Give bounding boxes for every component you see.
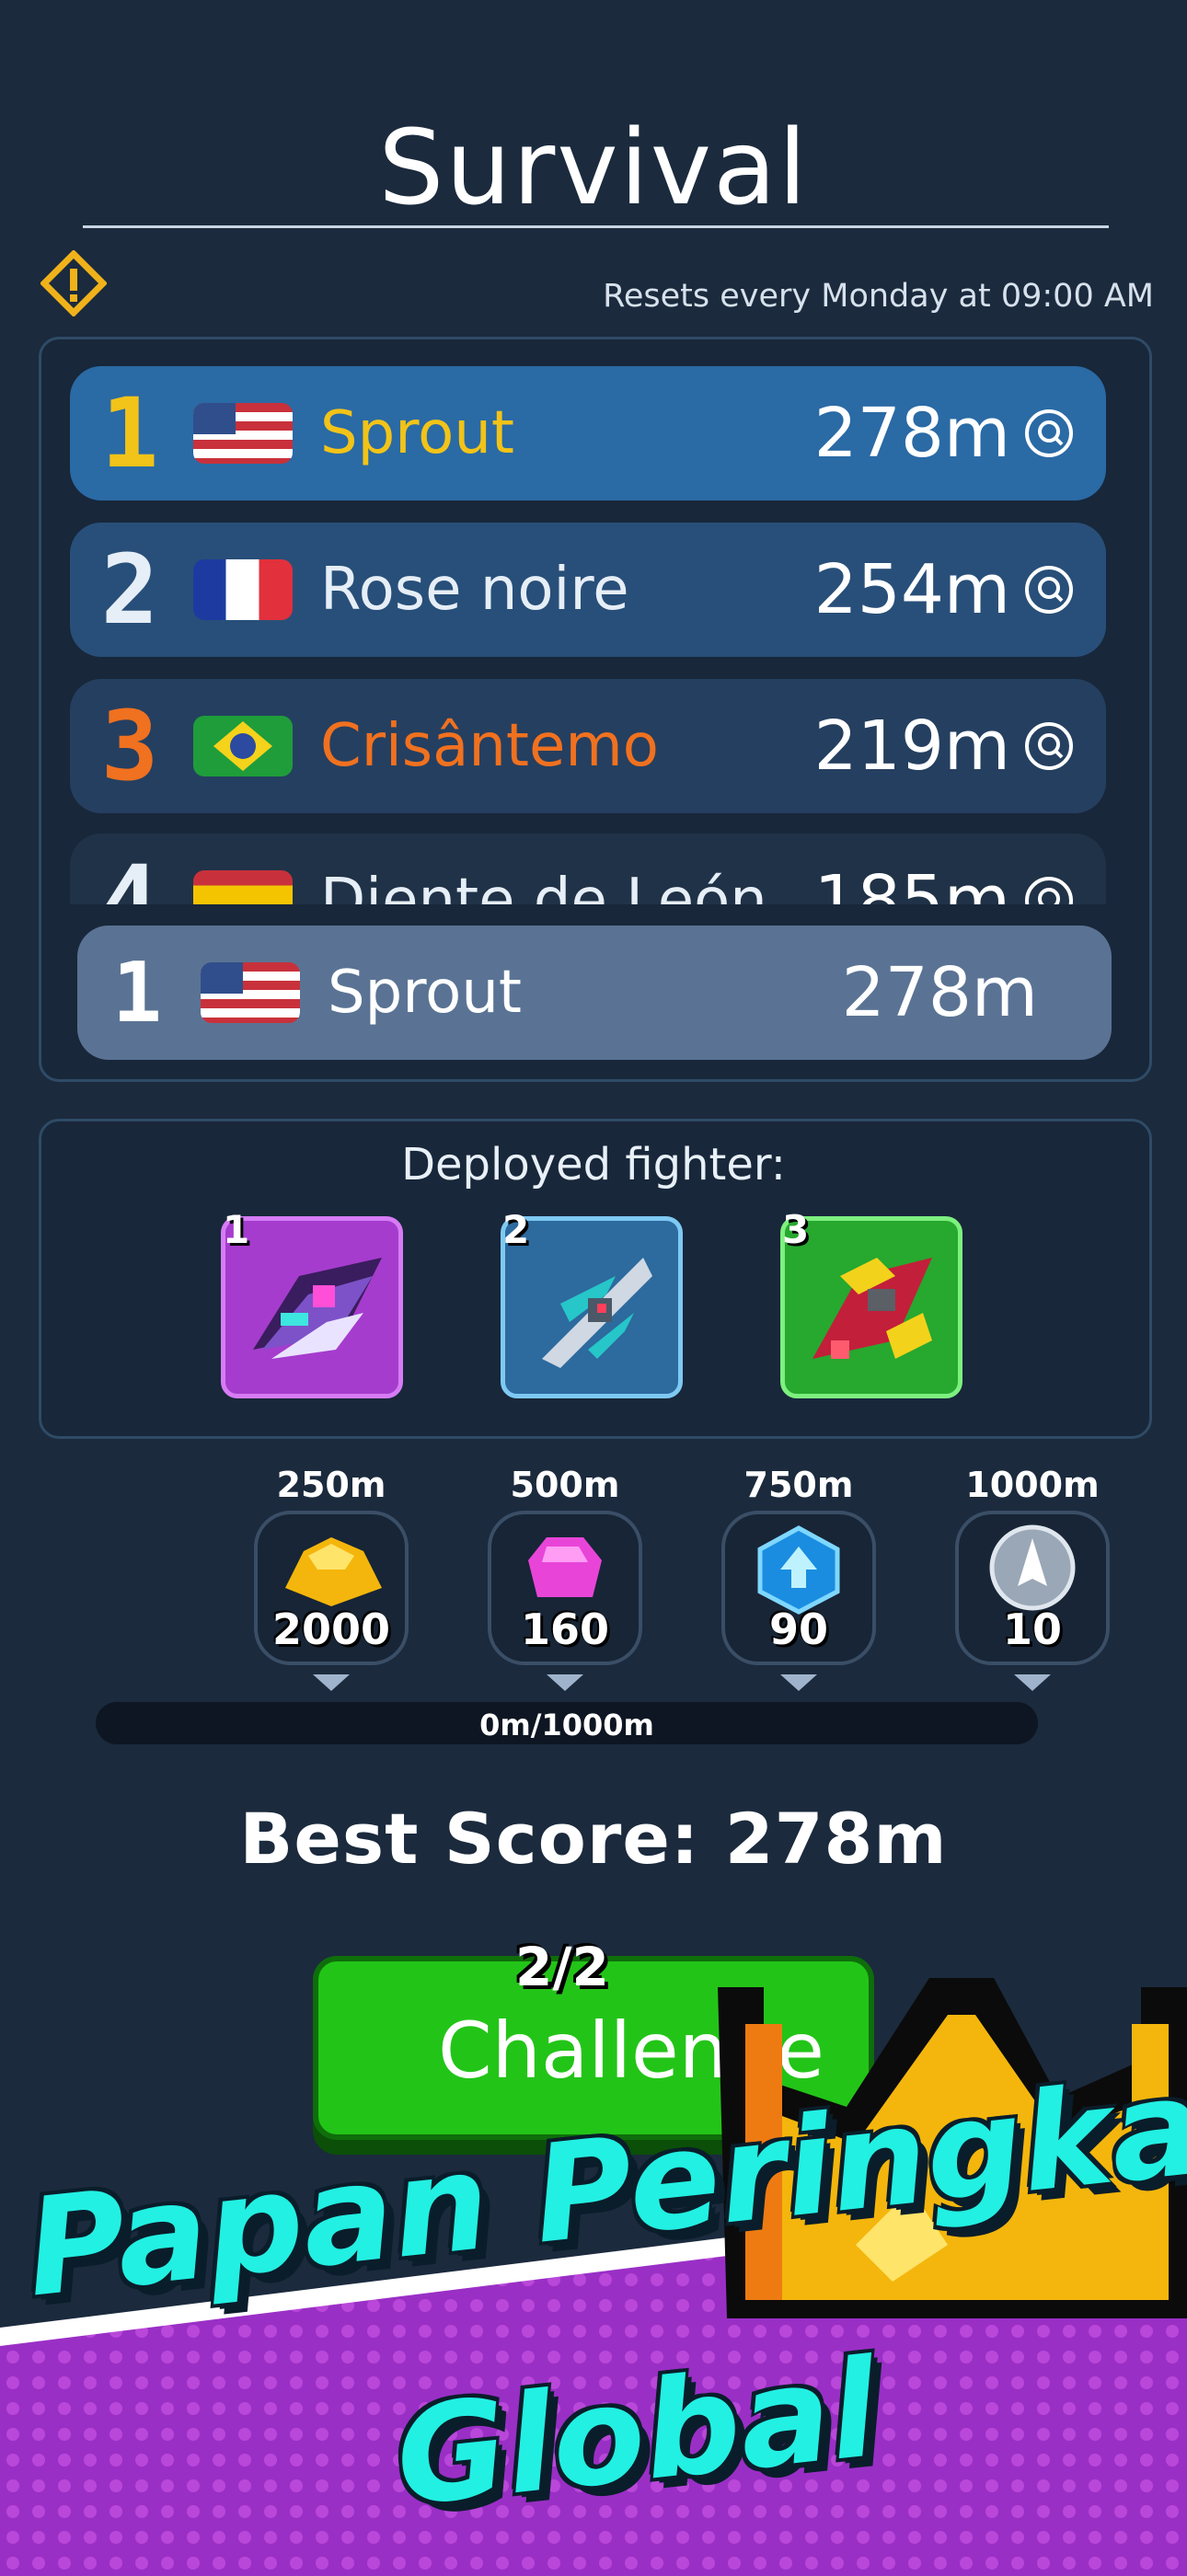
rank-number: 2 <box>100 534 159 646</box>
attempts-counter: 2/2 <box>515 1936 609 1998</box>
rank-number: 3 <box>100 690 159 802</box>
view-replay-icon[interactable] <box>1023 408 1075 459</box>
player-name: Rose noire <box>320 556 629 624</box>
reset-note: Resets every Monday at 09:00 AM <box>603 278 1154 315</box>
milestone-distance: 250m <box>276 1465 386 1505</box>
fighter-slot-number: 2 <box>502 1207 530 1252</box>
player-name: Sprout <box>320 399 514 467</box>
player-name: Crisântemo <box>320 712 659 780</box>
player-score: 278m <box>841 953 1038 1032</box>
player-rank-row: 1 Sprout 278m <box>77 926 1112 1060</box>
brazil-flag-icon <box>193 716 293 776</box>
milestone-reward-amount: 10 <box>1002 1604 1062 1654</box>
view-replay-icon[interactable] <box>1023 875 1075 904</box>
leaderboard-row[interactable]: 3 Crisântemo 219m <box>70 679 1106 813</box>
fighter-slot-number: 3 <box>782 1207 810 1252</box>
milestone-distance: 500m <box>510 1465 620 1505</box>
player-name: Sprout <box>328 959 522 1027</box>
milestone-marker <box>313 1674 350 1691</box>
distance-progress-text: 0m/1000m <box>479 1708 654 1742</box>
deployed-fighter-label: Deployed fighter: <box>401 1139 786 1190</box>
leaderboard-row[interactable]: 2 Rose noire 254m <box>70 523 1106 657</box>
teal-fighter-icon <box>542 1258 652 1368</box>
leaderboard-row[interactable]: 4 Diente de León 185m <box>70 834 1106 904</box>
france-flag-icon <box>193 559 293 620</box>
usa-flag-icon <box>193 403 293 464</box>
rank-number: 4 <box>100 845 159 904</box>
player-score: 254m <box>813 550 1010 629</box>
milestone-marker <box>547 1674 583 1691</box>
milestone-reward-amount: 160 <box>520 1604 610 1654</box>
milestone-marker <box>1014 1674 1051 1691</box>
player-name: Diente de León <box>320 867 767 904</box>
player-score: 278m <box>813 394 1010 473</box>
usa-flag-icon <box>201 962 300 1023</box>
title-divider <box>83 225 1109 228</box>
view-replay-icon[interactable] <box>1023 720 1075 772</box>
warning-icon[interactable] <box>40 250 107 316</box>
milestone-distance: 1000m <box>965 1465 1100 1505</box>
red-fighter-icon <box>812 1258 932 1359</box>
rank-number: 1 <box>111 944 163 1041</box>
spain-flag-icon <box>193 870 293 904</box>
milestone-reward-amount: 2000 <box>271 1604 391 1654</box>
milestone-distance: 750m <box>743 1465 854 1505</box>
view-replay-icon[interactable] <box>1023 564 1075 615</box>
player-score: 185m <box>813 861 1010 904</box>
purple-fighter-icon <box>253 1258 382 1359</box>
player-score: 219m <box>813 707 1010 786</box>
leaderboard-list[interactable]: 1 Sprout 278m 2 Rose noire 254m 3 Crisân… <box>70 366 1106 904</box>
leaderboard-row[interactable]: 1 Sprout 278m <box>70 366 1106 500</box>
milestone-reward-amount: 90 <box>768 1604 828 1654</box>
best-score: Best Score: 278m <box>239 1798 948 1880</box>
fighter-slot-number: 1 <box>223 1207 250 1252</box>
rank-number: 1 <box>100 377 159 489</box>
milestone-marker <box>780 1674 817 1691</box>
page-title: Survival <box>378 109 809 228</box>
